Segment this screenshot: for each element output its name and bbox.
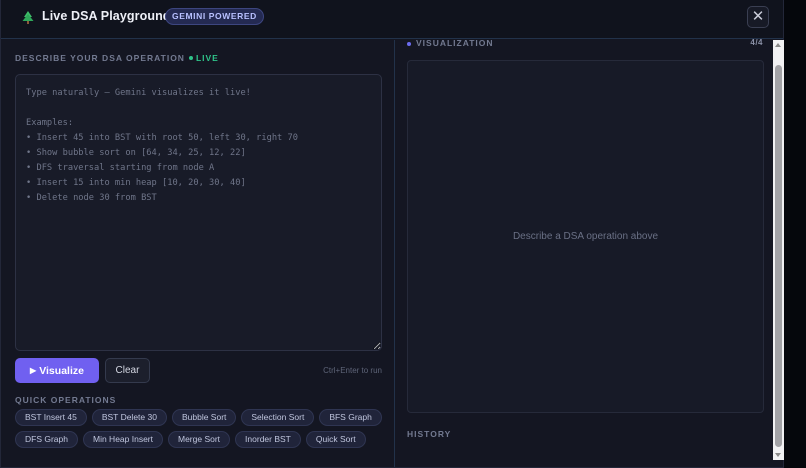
quick-op-quick-sort[interactable]: Quick Sort [305,431,366,448]
empty-state-message: Describe a DSA operation above [512,231,659,242]
visualization-counter: 4/4 [750,38,763,47]
scroll-down-icon[interactable] [775,453,781,457]
quick-operations: BST Insert 45 BST Delete 30 Bubble Sort … [15,409,387,453]
input-section-label: DESCRIBE YOUR DSA OPERATION LIVE [15,53,219,63]
live-dot-icon [188,56,193,61]
quick-operations-label: QUICK OPERATIONS [15,395,117,405]
quick-operations-row: DFS Graph Min Heap Insert Merge Sort Ino… [15,431,387,448]
live-label: LIVE [195,53,219,63]
quick-op-bst-delete[interactable]: BST Delete 30 [91,409,167,426]
visualize-label: Visualize [39,365,84,377]
input-panel: DESCRIBE YOUR DSA OPERATION LIVE ▶Visuali… [1,40,394,467]
quick-op-inorder-bst[interactable]: Inorder BST [235,431,301,448]
scroll-up-icon[interactable] [775,43,781,47]
describe-label: DESCRIBE YOUR DSA OPERATION [15,53,185,63]
visualization-canvas: Describe a DSA operation above [407,60,764,413]
shortcut-hint: Ctrl+Enter to run [323,366,382,375]
close-button[interactable]: ✕ [747,6,769,28]
live-indicator: LIVE [185,53,219,63]
clear-button[interactable]: Clear [105,358,150,383]
quick-op-merge-sort[interactable]: Merge Sort [168,431,231,448]
quick-op-bst-insert[interactable]: BST Insert 45 [15,409,87,426]
close-icon: ✕ [751,8,765,25]
visualization-title: VISUALIZATION [416,38,494,48]
tree-icon [22,11,34,24]
visualize-button[interactable]: ▶ Visualize [15,358,99,383]
quick-op-bubble-sort[interactable]: Bubble Sort [171,409,237,426]
history-label: HISTORY [407,429,452,439]
header: Live DSA Playground GEMINI POWERED ✕ [1,0,783,39]
visualization-panel: VISUALIZATION 4/4 Describe a DSA operati… [394,38,783,467]
quick-op-dfs-graph[interactable]: DFS Graph [15,431,78,448]
play-icon: ▶ [30,366,37,375]
app-title: Live DSA Playground [42,9,171,23]
gemini-badge: GEMINI POWERED [165,8,264,25]
visualization-label: VISUALIZATION [407,38,494,48]
quick-op-bfs-graph[interactable]: BFS Graph [319,409,382,426]
quick-operations-row: BST Insert 45 BST Delete 30 Bubble Sort … [15,409,387,426]
playground-modal: Live DSA Playground GEMINI POWERED ✕ DES… [0,0,784,468]
visualization-dot-icon [407,41,411,46]
scrollbar-thumb[interactable] [775,65,782,447]
scrollbar[interactable] [773,40,784,460]
quick-op-selection-sort[interactable]: Selection Sort [241,409,315,426]
dsa-operation-input[interactable] [15,74,382,351]
quick-op-min-heap-insert[interactable]: Min Heap Insert [83,431,163,448]
